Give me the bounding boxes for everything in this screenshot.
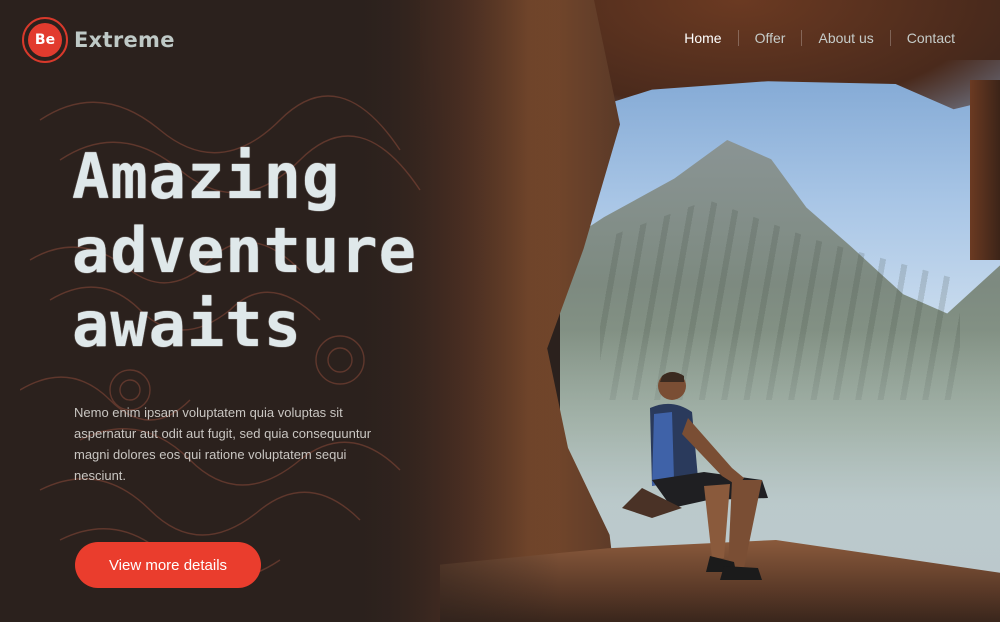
headline-line: Amazing [72,140,341,213]
hero-headline: Amazing adventure awaits [72,140,512,362]
logo-wordmark: Extreme [74,28,175,52]
nav-item-home[interactable]: Home [668,30,737,46]
main-nav: Home Offer About us Contact [668,30,971,46]
hero-description: Nemo enim ipsam voluptatem quia voluptas… [74,405,372,483]
headline-line: awaits [72,288,302,361]
nav-item-contact[interactable]: Contact [891,30,971,46]
hiker-figure [622,372,768,580]
nav-item-about-us[interactable]: About us [802,30,889,46]
logo-badge-text: Be [28,23,62,57]
logo[interactable]: Be Extreme [22,16,175,64]
cave-wall-right [970,80,1000,260]
headline-line: adventure [72,214,417,287]
nav-item-offer[interactable]: Offer [739,30,802,46]
view-more-details-button[interactable]: View more details [75,542,261,588]
logo-badge: Be [22,17,68,63]
hero-section: Be Extreme Home Offer About us Contact A… [0,0,1000,622]
